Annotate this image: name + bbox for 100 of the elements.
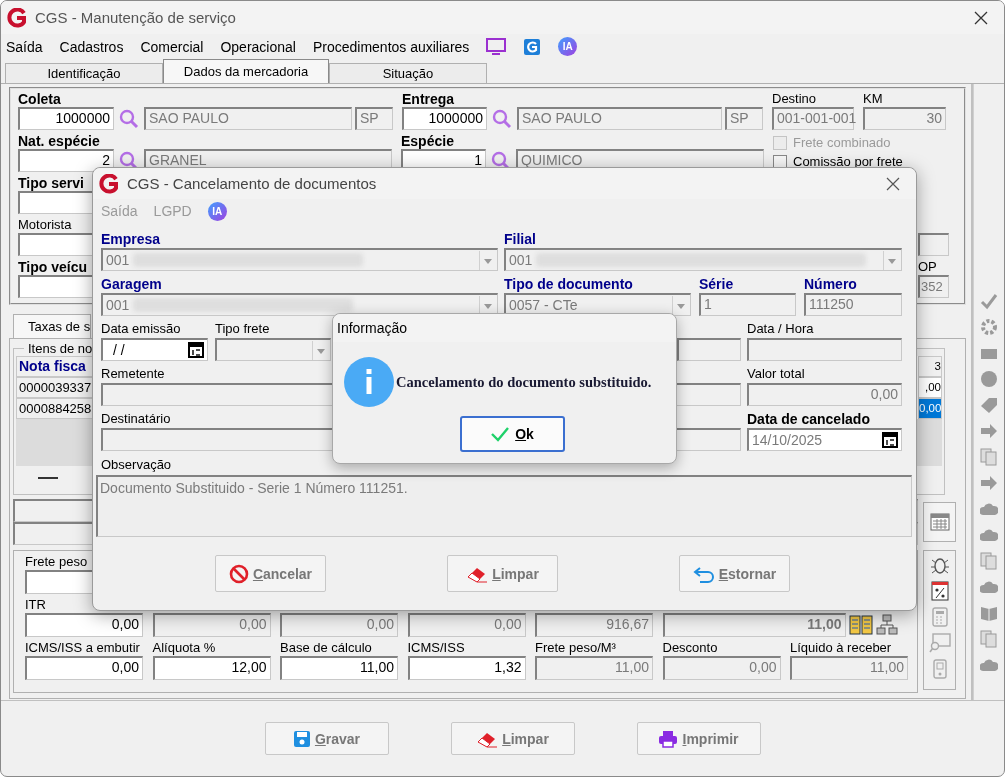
prohibited-icon bbox=[228, 563, 249, 584]
destination-field: 001-001-001 bbox=[772, 107, 854, 130]
state-field: SP bbox=[355, 107, 393, 130]
arrow-icon[interactable] bbox=[980, 422, 998, 440]
monitor-icon[interactable] bbox=[486, 37, 507, 56]
floppy-icon bbox=[292, 729, 311, 748]
phone-icon[interactable] bbox=[932, 659, 947, 679]
info-icon bbox=[344, 357, 394, 407]
ai-button[interactable]: IA bbox=[207, 201, 227, 221]
calendar-button[interactable] bbox=[923, 502, 956, 542]
dialog-title: CGS - Cancelamento de documentos bbox=[127, 175, 377, 192]
action-button[interactable]: Limpar bbox=[447, 555, 558, 592]
close-icon[interactable] bbox=[886, 176, 900, 191]
table-cell: 0000039337 bbox=[16, 377, 94, 398]
field-label: Série bbox=[699, 275, 734, 293]
checkbox[interactable] bbox=[773, 154, 787, 169]
value-field: 0,00 bbox=[152, 613, 271, 637]
search-icon[interactable] bbox=[119, 108, 139, 129]
documents-icon[interactable] bbox=[980, 448, 998, 466]
field-label: Tipo servi bbox=[18, 175, 84, 191]
company-dropdown[interactable]: 001 bbox=[101, 248, 498, 271]
calendar-icon[interactable] bbox=[882, 432, 898, 448]
value-field[interactable]: 0,00 bbox=[25, 613, 143, 637]
search-icon[interactable] bbox=[492, 108, 512, 129]
menu-item[interactable]: Operacional bbox=[220, 38, 296, 55]
logo-icon[interactable] bbox=[523, 37, 542, 56]
screen-search-icon[interactable] bbox=[928, 633, 951, 653]
menu-item[interactable]: Procedimentos auxiliares bbox=[312, 38, 470, 55]
km-field: 30 bbox=[863, 107, 946, 130]
field-label: KM bbox=[863, 91, 883, 107]
field-label: Empresa bbox=[101, 230, 161, 248]
logo-icon bbox=[99, 173, 119, 194]
action-button[interactable]: Imprimir bbox=[636, 722, 761, 755]
field-label: ITR bbox=[25, 597, 46, 613]
date-field[interactable]: 14/10/2025 bbox=[747, 428, 902, 451]
gear-icon[interactable] bbox=[980, 318, 998, 336]
date-field[interactable]: / / bbox=[101, 338, 208, 361]
table-cell: 0000884258 bbox=[16, 398, 94, 419]
notes-field: Documento Substituido - Serie 1 Número 111251. bbox=[96, 475, 912, 537]
tab[interactable]: Situação bbox=[329, 63, 487, 83]
documents-icon[interactable] bbox=[980, 552, 998, 570]
action-button[interactable]: Estornar bbox=[679, 555, 790, 592]
ai-button[interactable]: IA bbox=[558, 37, 578, 56]
group-title: Itens de no bbox=[27, 341, 94, 356]
minus-icon[interactable] bbox=[38, 476, 58, 480]
action-button[interactable]: Gravar bbox=[264, 722, 389, 755]
field-label: ICMS/ISS a embutir bbox=[25, 640, 140, 656]
arrow-icon[interactable] bbox=[980, 474, 998, 492]
tab[interactable]: Identificação bbox=[5, 63, 163, 83]
tag-icon[interactable] bbox=[980, 396, 998, 414]
value-field[interactable]: 1,32 bbox=[407, 656, 526, 680]
branch-dropdown[interactable]: 001 bbox=[504, 248, 902, 271]
tab[interactable]: Dados da mercadoria bbox=[163, 59, 329, 83]
documents-icon[interactable] bbox=[980, 630, 998, 648]
field-label: Frete peso bbox=[25, 554, 88, 570]
menu-item[interactable]: Saída bbox=[6, 38, 43, 55]
value-field: 11,00 bbox=[535, 656, 653, 680]
action-button[interactable]: Limpar bbox=[450, 722, 575, 755]
table-cell[interactable]: ,00 bbox=[918, 377, 942, 398]
field-label: Coleta bbox=[18, 91, 61, 107]
window-title: CGS - Manutenção de serviço bbox=[35, 9, 236, 26]
field-label: Data emissão bbox=[101, 320, 181, 338]
value-field[interactable]: 12,00 bbox=[152, 656, 271, 680]
field-label: Espécie bbox=[401, 133, 454, 149]
field-label: Garagem bbox=[101, 275, 162, 293]
field-label: Data / Hora bbox=[747, 320, 814, 338]
action-button[interactable]: Cancelar bbox=[215, 555, 326, 592]
check-icon[interactable] bbox=[980, 292, 998, 310]
calculator-icon[interactable] bbox=[931, 607, 948, 627]
field-label: Tipo frete bbox=[215, 320, 270, 338]
menu-item[interactable]: Comercial bbox=[140, 38, 204, 55]
ok-button[interactable]: Ok bbox=[459, 416, 565, 452]
book-icon[interactable] bbox=[980, 604, 998, 622]
code-field[interactable]: 1000000 bbox=[18, 107, 114, 130]
close-icon[interactable] bbox=[974, 10, 988, 25]
book-icon[interactable] bbox=[848, 614, 873, 636]
field-label: Motorista bbox=[18, 217, 72, 233]
value-field: 0,00 bbox=[662, 656, 781, 680]
tab[interactable]: Taxas de s bbox=[13, 314, 91, 338]
field-label: Frete peso/M³ bbox=[535, 640, 616, 656]
field-label: Destinatário bbox=[101, 410, 171, 428]
dialog-title: Informação bbox=[333, 314, 676, 342]
percent-document-icon[interactable] bbox=[930, 581, 949, 601]
check-icon bbox=[490, 426, 511, 442]
code-field[interactable]: 2 bbox=[18, 149, 114, 172]
code-field[interactable]: 1000000 bbox=[402, 107, 487, 130]
network-icon[interactable] bbox=[875, 614, 898, 636]
bug-icon[interactable] bbox=[929, 555, 950, 575]
value-field[interactable]: 0,00 bbox=[25, 656, 143, 680]
value-field: 0,00 bbox=[280, 613, 398, 637]
calendar-icon bbox=[929, 513, 950, 531]
circle-icon[interactable] bbox=[980, 370, 998, 388]
garage-dropdown[interactable]: 001 bbox=[101, 293, 498, 316]
calendar-icon[interactable] bbox=[188, 342, 204, 358]
table-cell[interactable]: 0,00 bbox=[918, 398, 942, 419]
value-field[interactable]: 11,00 bbox=[280, 656, 398, 680]
menu-item[interactable]: Cadastros bbox=[59, 38, 124, 55]
field-label: Alíquota % bbox=[152, 640, 216, 656]
freight-type-dropdown[interactable] bbox=[215, 338, 331, 361]
field-label: Entrega bbox=[402, 91, 455, 107]
